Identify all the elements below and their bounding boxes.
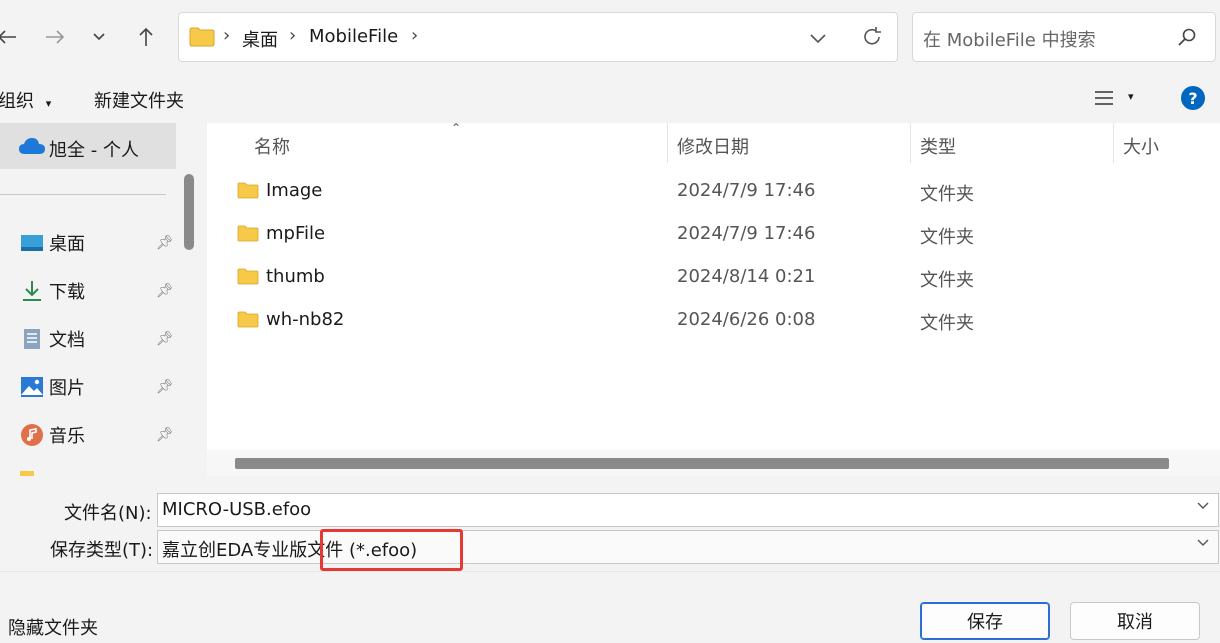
column-divider[interactable] <box>1113 123 1114 163</box>
breadcrumb-separator-icon: › <box>289 25 297 46</box>
file-type: 文件夹 <box>920 227 974 248</box>
up-arrow-icon[interactable] <box>131 22 161 52</box>
breadcrumb-item-desktop[interactable]: 桌面 <box>242 26 278 52</box>
column-divider[interactable] <box>667 123 668 163</box>
sidebar-item-music[interactable]: 音乐 📌︎ <box>0 413 176 457</box>
breadcrumb-separator-icon[interactable]: › <box>411 25 418 46</box>
file-date: 2024/7/9 17:46 <box>677 180 816 201</box>
column-header-size[interactable]: 大小 <box>1123 133 1159 159</box>
file-name: Image <box>266 180 323 201</box>
help-icon[interactable]: ? <box>1180 85 1206 116</box>
document-icon <box>20 327 44 351</box>
file-name: mpFile <box>266 223 326 244</box>
table-row[interactable]: mpFile 2024/7/9 17:46 文件夹 <box>207 213 1220 256</box>
folder-icon <box>237 225 259 242</box>
folder-icon <box>237 182 259 199</box>
sidebar-item-pictures[interactable]: 图片 📌︎ <box>0 365 176 409</box>
file-name: thumb <box>266 266 325 287</box>
forward-arrow-icon[interactable] <box>40 22 70 52</box>
search-input[interactable]: 在 MobileFile 中搜索 <box>923 26 1096 52</box>
navigation-pane: 旭全 - 个人 桌面 📌︎ 下载 📌︎ 文档 📌︎ 图片 📌︎ 音乐 📌︎ <box>0 123 178 476</box>
nav-item-onedrive[interactable]: 旭全 - 个人 <box>0 123 176 169</box>
view-dropdown-caret-icon[interactable]: ▾ <box>1128 90 1134 103</box>
pin-icon[interactable]: 📌︎ <box>156 427 174 443</box>
file-date: 2024/7/9 17:46 <box>677 223 816 244</box>
sort-ascending-icon: ⌃ <box>451 121 462 135</box>
refresh-icon[interactable] <box>861 26 883 53</box>
file-type: 文件夹 <box>920 270 974 291</box>
filename-input[interactable]: MICRO-USB.efoo <box>162 499 311 520</box>
dropdown-caret-icon: ▾ <box>45 97 52 110</box>
pin-icon[interactable]: 📌︎ <box>156 379 174 395</box>
filename-field[interactable]: MICRO-USB.efoo <box>157 493 1219 527</box>
chevron-down-icon[interactable] <box>1196 500 1210 516</box>
horizontal-scrollbar-thumb[interactable] <box>235 458 1169 469</box>
sidebar-item-label: 下载 <box>49 282 85 303</box>
sidebar-item-downloads[interactable]: 下载 📌︎ <box>0 269 176 313</box>
save-button[interactable]: 保存 <box>920 602 1050 640</box>
highlight-annotation-box <box>320 529 463 571</box>
sidebar-item-label: 桌面 <box>49 234 85 255</box>
filetype-select[interactable]: 嘉立创EDA专业版文件 (*.efoo) <box>157 530 1219 564</box>
filetype-label: 保存类型(T): <box>50 540 154 561</box>
file-type: 文件夹 <box>920 184 974 205</box>
file-date: 2024/8/14 0:21 <box>677 266 816 287</box>
file-type: 文件夹 <box>920 313 974 334</box>
chevron-down-icon[interactable] <box>1196 537 1210 553</box>
cancel-button[interactable]: 取消 <box>1070 602 1200 640</box>
breadcrumb-separator-icon: › <box>223 25 231 46</box>
pin-icon[interactable]: 📌︎ <box>156 283 174 299</box>
column-header-name[interactable]: 名称 <box>254 133 290 159</box>
search-icon[interactable] <box>1177 27 1197 52</box>
column-divider[interactable] <box>910 123 911 163</box>
filename-label: 文件名(N): <box>64 503 152 524</box>
svg-text:?: ? <box>1188 89 1197 108</box>
file-list: ⌃ 名称 修改日期 类型 大小 Image 2024/7/9 17:46 文件夹… <box>207 121 1220 476</box>
sidebar-item-label: 图片 <box>49 378 85 399</box>
back-arrow-icon[interactable] <box>0 22 22 52</box>
breadcrumb-item-mobilefile[interactable]: MobileFile <box>309 26 398 47</box>
organize-label: 组织 <box>0 91 34 112</box>
column-header-date[interactable]: 修改日期 <box>677 133 749 159</box>
organize-menu-button[interactable]: 组织 ▾ <box>0 87 51 113</box>
folder-icon <box>237 268 259 285</box>
nav-divider <box>0 194 166 195</box>
table-row[interactable]: Image 2024/7/9 17:46 文件夹 <box>207 170 1220 213</box>
file-date: 2024/6/26 0:08 <box>677 309 816 330</box>
nav-account-label: 旭全 - 个人 <box>49 140 139 161</box>
desktop-icon <box>20 231 44 255</box>
table-row[interactable]: thumb 2024/8/14 0:21 文件夹 <box>207 256 1220 299</box>
address-bar[interactable]: › 桌面 › MobileFile › <box>178 12 898 62</box>
sidebar-item-desktop[interactable]: 桌面 📌︎ <box>0 221 176 265</box>
table-row[interactable]: wh-nb82 2024/6/26 0:08 文件夹 <box>207 299 1220 342</box>
folder-icon <box>237 311 259 328</box>
pin-icon[interactable]: 📌︎ <box>156 235 174 251</box>
hide-folders-toggle[interactable]: 隐藏文件夹 <box>8 614 98 640</box>
sidebar-item-label: 音乐 <box>49 426 85 447</box>
download-icon <box>20 279 44 303</box>
pin-icon[interactable]: 📌︎ <box>156 331 174 347</box>
address-dropdown-chevron-icon[interactable] <box>809 29 827 50</box>
view-options-icon[interactable] <box>1094 89 1114 112</box>
music-icon <box>20 423 44 447</box>
sidebar-item-documents[interactable]: 文档 📌︎ <box>0 317 176 361</box>
search-box[interactable]: 在 MobileFile 中搜索 <box>912 12 1216 62</box>
sidebar-item-label: 文档 <box>49 330 85 351</box>
column-header-type[interactable]: 类型 <box>920 133 956 159</box>
new-folder-button[interactable]: 新建文件夹 <box>94 87 184 113</box>
address-toolbar: › 桌面 › MobileFile › 在 MobileFile 中搜索 <box>0 0 1220 75</box>
file-name: wh-nb82 <box>266 309 345 330</box>
nav-scrollbar-thumb[interactable] <box>184 174 194 250</box>
footer-divider <box>0 571 1220 572</box>
recent-locations-chevron-icon[interactable] <box>84 22 114 52</box>
folder-icon <box>189 27 215 52</box>
command-bar: 组织 ▾ 新建文件夹 ▾ ? <box>0 75 1220 123</box>
pictures-icon <box>20 375 44 399</box>
cloud-icon <box>18 136 46 161</box>
sidebar-item-partial <box>20 471 34 476</box>
